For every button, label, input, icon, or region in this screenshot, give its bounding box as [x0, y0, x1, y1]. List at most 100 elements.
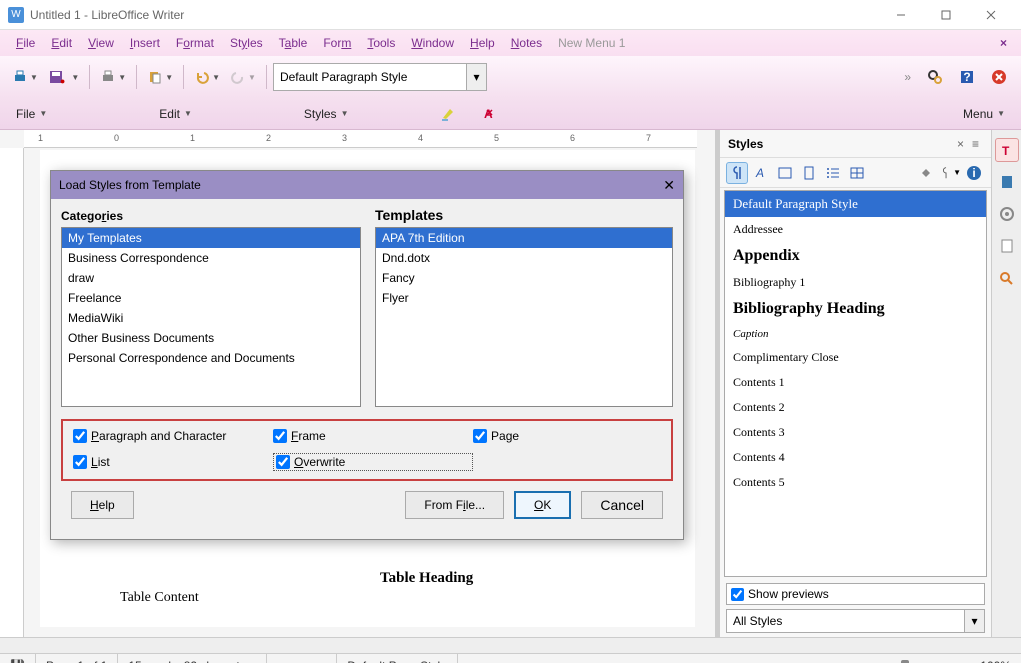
page-status[interactable]: Page 1 of 1	[36, 654, 118, 663]
rail-inspect-icon[interactable]	[995, 266, 1019, 290]
category-item[interactable]: Business Correspondence	[62, 248, 360, 268]
toolbar-overflow-button[interactable]: »	[904, 70, 909, 84]
word-count[interactable]: 15 words, 82 characters	[118, 654, 267, 663]
category-item[interactable]: Other Business Documents	[62, 328, 360, 348]
rail-properties-icon[interactable]: T	[995, 138, 1019, 162]
save-button[interactable]: ●▼	[44, 62, 83, 92]
combo-dropdown-icon[interactable]: ▾	[466, 64, 486, 90]
categories-list[interactable]: My TemplatesBusiness CorrespondencedrawF…	[61, 227, 361, 407]
undo-button[interactable]: ▼	[190, 62, 224, 92]
category-item[interactable]: MediaWiki	[62, 308, 360, 328]
find-replace-icon[interactable]	[921, 62, 949, 92]
style-entry[interactable]: Complimentary Close	[725, 345, 986, 370]
paste-button[interactable]: ▼	[143, 62, 177, 92]
styles-info-icon[interactable]: i	[963, 162, 985, 184]
paragraph-styles-icon[interactable]	[726, 162, 748, 184]
page-style-status[interactable]: Default Page Style	[337, 654, 457, 663]
character-styles-icon[interactable]: A	[750, 162, 772, 184]
menu-edit[interactable]: Edit	[43, 33, 80, 53]
dialog-close-icon[interactable]: ✕	[663, 177, 675, 194]
template-item[interactable]: Flyer	[376, 288, 672, 308]
horizontal-ruler[interactable]: 1012345678	[24, 130, 697, 148]
help-button[interactable]: Help	[71, 491, 134, 519]
maximize-button[interactable]	[923, 0, 968, 30]
close-button[interactable]	[968, 0, 1013, 30]
list-styles-icon[interactable]	[822, 162, 844, 184]
print-button[interactable]: ▼	[8, 62, 42, 92]
vertical-ruler[interactable]	[0, 148, 24, 637]
page-styles-icon[interactable]	[798, 162, 820, 184]
menu-notes[interactable]: Notes	[503, 33, 550, 53]
rail-page-icon[interactable]	[995, 170, 1019, 194]
tb2-menu[interactable]: Menu ▼	[957, 105, 1011, 123]
tb2-file[interactable]: File ▼	[10, 105, 53, 123]
dialog-titlebar[interactable]: Load Styles from Template ✕	[51, 171, 683, 199]
category-item[interactable]: draw	[62, 268, 360, 288]
paragraph-style-combo[interactable]: Default Paragraph Style ▾	[273, 63, 487, 91]
templates-list[interactable]: APA 7th EditionDnd.dotxFancyFlyer	[375, 227, 673, 407]
cancel-button[interactable]: Cancel	[581, 491, 663, 519]
frame-styles-icon[interactable]	[774, 162, 796, 184]
styles-filter-combo[interactable]: All Styles ▾	[726, 609, 985, 633]
category-item[interactable]: My Templates	[62, 228, 360, 248]
export-pdf-button[interactable]: ▼	[96, 62, 130, 92]
horizontal-scrollbar[interactable]	[0, 637, 1021, 653]
close-toolbar-icon[interactable]	[985, 62, 1013, 92]
menu-newmenu[interactable]: New Menu 1	[550, 33, 633, 53]
category-item[interactable]: Personal Correspondence and Documents	[62, 348, 360, 368]
style-entry[interactable]: Bibliography 1	[725, 270, 986, 295]
template-item[interactable]: APA 7th Edition	[376, 228, 672, 248]
list-checkbox[interactable]: List	[73, 453, 273, 471]
help-icon[interactable]: ?	[953, 62, 981, 92]
style-entry[interactable]: Contents 1	[725, 370, 986, 395]
menu-form[interactable]: Form	[315, 33, 359, 53]
new-style-icon[interactable]: ▼	[939, 162, 961, 184]
styles-panel-close-icon[interactable]: ×	[953, 137, 968, 151]
show-previews-checkbox[interactable]: Show previews	[726, 583, 985, 605]
zoom-in-icon[interactable]: +	[967, 659, 974, 663]
styles-list[interactable]: Default Paragraph StyleAddresseeAppendix…	[724, 190, 987, 577]
minimize-button[interactable]	[878, 0, 923, 30]
combo-dropdown-icon[interactable]: ▾	[964, 610, 984, 632]
menu-view[interactable]: View	[80, 33, 122, 53]
style-entry[interactable]: Contents 3	[725, 420, 986, 445]
style-entry[interactable]: Default Paragraph Style	[725, 191, 986, 217]
overwrite-checkbox[interactable]: Overwrite	[273, 453, 473, 471]
menu-insert[interactable]: Insert	[122, 33, 168, 53]
style-entry[interactable]: Contents 4	[725, 445, 986, 470]
template-item[interactable]: Dnd.dotx	[376, 248, 672, 268]
zoom-out-icon[interactable]: −	[828, 659, 835, 663]
menu-tools[interactable]: Tools	[359, 33, 403, 53]
styles-panel-menu-icon[interactable]: ≡	[968, 137, 983, 151]
category-item[interactable]: Freelance	[62, 288, 360, 308]
ok-button[interactable]: OK	[514, 491, 571, 519]
paragraph-checkbox[interactable]: Paragraph and Character	[73, 429, 273, 443]
menu-table[interactable]: Table	[271, 33, 316, 53]
tb2-styles[interactable]: Styles ▼	[298, 105, 355, 123]
table-styles-icon[interactable]	[846, 162, 868, 184]
frame-checkbox[interactable]: Frame	[273, 429, 473, 443]
menu-window[interactable]: Window	[403, 33, 462, 53]
style-entry[interactable]: Contents 5	[725, 470, 986, 495]
style-entry[interactable]: Bibliography Heading	[725, 295, 986, 323]
rail-navigator-icon[interactable]	[995, 234, 1019, 258]
zoom-value[interactable]: 100%	[980, 659, 1011, 663]
menu-file[interactable]: File	[8, 33, 43, 53]
rail-gallery-icon[interactable]	[995, 202, 1019, 226]
style-entry[interactable]: Appendix	[725, 242, 986, 270]
menu-help[interactable]: Help	[462, 33, 503, 53]
style-entry[interactable]: Caption	[725, 323, 986, 345]
menu-styles[interactable]: Styles	[222, 33, 271, 53]
style-entry[interactable]: Addressee	[725, 217, 986, 242]
redo-button[interactable]: ▼	[226, 62, 260, 92]
highlight-icon[interactable]	[434, 99, 462, 129]
from-file-button[interactable]: From File...	[405, 491, 504, 519]
tb2-edit[interactable]: Edit ▼	[153, 105, 198, 123]
close-document-button[interactable]: ×	[994, 36, 1013, 50]
clear-format-icon[interactable]: A	[472, 99, 500, 129]
template-item[interactable]: Fancy	[376, 268, 672, 288]
style-entry[interactable]: Contents 2	[725, 395, 986, 420]
save-status-icon[interactable]: 💾	[0, 654, 36, 663]
page-checkbox[interactable]: Page	[473, 429, 653, 443]
menu-format[interactable]: Format	[168, 33, 222, 53]
